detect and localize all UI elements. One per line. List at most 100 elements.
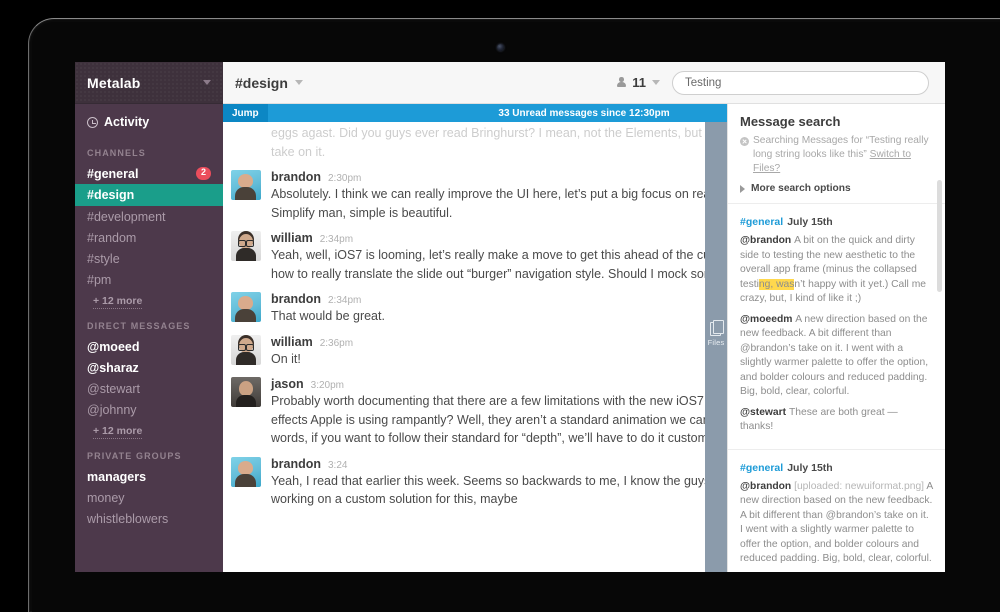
avatar[interactable] [231,335,261,365]
sidebar-item-activity[interactable]: Activity [75,104,223,138]
sidebar-section-title: PRIVATE GROUPS [75,441,223,466]
sidebar-item-moeed[interactable]: @moeed [75,336,223,357]
channel-menu-chevron-icon[interactable] [295,80,303,85]
sidebar-item-label: #random [87,230,136,246]
clock-icon [87,117,98,128]
sidebar-item-whistleblowers[interactable]: whistleblowers [75,508,223,529]
avatar[interactable] [231,231,261,261]
unread-badge: 2 [196,167,211,179]
search-input[interactable] [672,71,929,95]
sidebar-item-label: #general [87,166,138,182]
workspace-header[interactable]: Metalab [75,62,223,104]
search-result[interactable]: #general July 15th @brandon [uploaded: new… [728,450,945,573]
sidebar-item-label: #style [87,251,120,267]
sidebar-item-money[interactable]: money [75,487,223,508]
search-result-author[interactable]: @brandon [740,481,794,492]
search-result[interactable]: #generalJuly 15th@brandon A bit on the q… [728,204,945,450]
search-highlight: ng, was [759,279,795,290]
sidebar-item-general[interactable]: #general 2 [75,163,223,184]
search-results-panel[interactable]: Message search Searching Messages for “T… [727,104,945,572]
glasses-icon [238,344,254,349]
avatar[interactable] [231,170,261,200]
search-result-channel[interactable]: #general [740,216,783,228]
message-author[interactable]: william [271,335,313,349]
message-timestamp: 3:24 [328,460,347,471]
avatar-placeholder [231,124,261,154]
avatar[interactable] [231,292,261,322]
sidebar-item-label: @johnny [87,402,137,418]
sidebar-show-more-wrap: + 12 more [75,290,223,311]
sidebar-item-label: #pm [87,272,111,288]
sidebar-show-more[interactable]: + 12 more [93,425,142,439]
sidebar-item-development[interactable]: #development [75,206,223,227]
person-icon [617,77,626,88]
chevron-down-icon[interactable] [203,80,211,85]
document-icon [710,320,723,336]
sidebar: Metalab Activity CHANNELS #general 2 #desig… [75,62,223,572]
sidebar-item-pm[interactable]: #pm [75,269,223,290]
sidebar-item-label: @moeed [87,339,139,355]
sidebar-item-label: #development [87,209,166,225]
topbar-right: 11 [617,71,933,95]
app-screen: Metalab Activity CHANNELS #general 2 #desig… [75,62,945,572]
searching-prefix: Searching Messages for [753,135,863,146]
search-result-header: #general July 15th [740,216,933,228]
sidebar-item-label: money [87,490,125,506]
webcam-icon [497,44,504,51]
glasses-icon [238,240,254,245]
workspace-name: Metalab [87,75,141,91]
sidebar-item-stewart[interactable]: @stewart [75,378,223,399]
search-query-summary: Searching Messages for “Testing really l… [740,134,933,176]
search-result-channel[interactable]: #general [740,462,783,474]
esc-label: esc [913,108,928,118]
triangle-right-icon [740,185,745,193]
search-result-line: @brandon [uploaded: newuiformat.png] A n… [740,480,933,567]
member-count: 11 [632,75,646,90]
search-result-line: @stewart These are both great — thanks! [740,406,933,435]
laptop-frame: Metalab Activity CHANNELS #general 2 #desig… [0,0,1000,572]
activity-label: Activity [104,115,149,129]
sidebar-section-title: CHANNELS [75,138,223,163]
search-panel-title: Message search [740,114,933,129]
main-column: #design 11 Jump 33 Unread messages since… [223,62,945,572]
sidebar-item-label: #design [87,187,134,203]
tab-files[interactable]: Files [705,320,727,347]
files-strip: Files [705,122,727,572]
sidebar-item-design[interactable]: #design [75,184,223,206]
search-result-author[interactable]: @moeedm [740,314,795,325]
sidebar-item-label: whistleblowers [87,511,168,527]
search-wrap [672,71,929,95]
search-panel-header: Message search Searching Messages for “T… [728,104,945,204]
message-timestamp: 3:20pm [311,380,344,391]
clear-search-icon[interactable] [740,137,749,146]
sidebar-show-more-wrap: + 12 more [75,420,223,441]
sidebar-item-managers[interactable]: managers [75,466,223,487]
message-author[interactable]: jason [271,377,304,391]
search-result-date: July 15th [787,462,833,474]
sidebar-item-label: managers [87,469,146,485]
message-author[interactable]: brandon [271,292,321,306]
sidebar-section-title: DIRECT MESSAGES [75,311,223,336]
search-result-author[interactable]: @brandon [740,235,794,246]
search-panel-scrollbar[interactable] [937,180,942,292]
sidebar-item-style[interactable]: #style [75,248,223,269]
sidebar-show-more[interactable]: + 12 more [93,295,142,309]
sidebar-item-label: @stewart [87,381,140,397]
message-timestamp: 2:34pm [320,234,353,245]
sidebar-item-johnny[interactable]: @johnny [75,399,223,420]
avatar[interactable] [231,457,261,487]
members-menu-chevron-icon[interactable] [652,80,660,85]
sidebar-item-random[interactable]: #random [75,227,223,248]
page-title: #design [235,75,288,91]
sidebar-item-sharaz[interactable]: @sharaz [75,357,223,378]
more-search-options-toggle[interactable]: More search options [740,183,933,194]
message-author[interactable]: brandon [271,170,321,184]
message-author[interactable]: brandon [271,457,321,471]
close-icon[interactable]: × [933,108,939,119]
search-result-upload: [uploaded: newuiformat.png] [794,481,926,492]
message-author[interactable]: william [271,231,313,245]
search-result-header: #general July 15th [740,462,933,474]
search-result-author[interactable]: @stewart [740,407,789,418]
search-result-date: July 15th [787,216,833,228]
avatar[interactable] [231,377,261,407]
